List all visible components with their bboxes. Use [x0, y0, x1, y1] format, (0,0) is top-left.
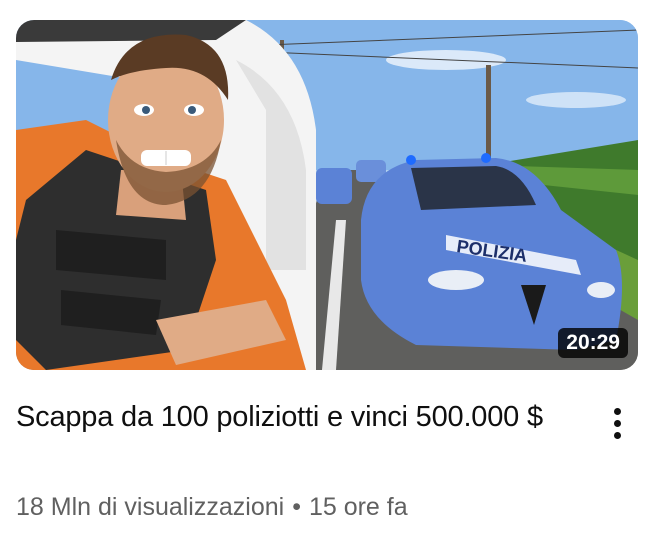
video-thumbnail[interactable]: POLIZIA 20:29 — [16, 20, 638, 370]
meta-separator: • — [292, 493, 301, 521]
menu-dot — [613, 419, 621, 427]
video-duration-badge: 20:29 — [558, 328, 628, 358]
menu-dot — [613, 407, 621, 415]
more-vert-icon[interactable] — [603, 398, 631, 448]
upload-age: 15 ore fa — [308, 493, 408, 521]
view-count: 18 Mln di visualizzazioni — [16, 493, 285, 521]
menu-dot — [613, 431, 621, 439]
thumbnail-image: POLIZIA — [16, 20, 638, 370]
video-title[interactable]: Scappa da 100 poliziotti e vinci 500.000… — [16, 396, 596, 438]
video-metadata: 18 Mln di visualizzazioni • 15 ore fa — [16, 490, 408, 524]
video-card[interactable]: POLIZIA 20:29 Scappa da 100 poliziotti e… — [0, 0, 658, 540]
